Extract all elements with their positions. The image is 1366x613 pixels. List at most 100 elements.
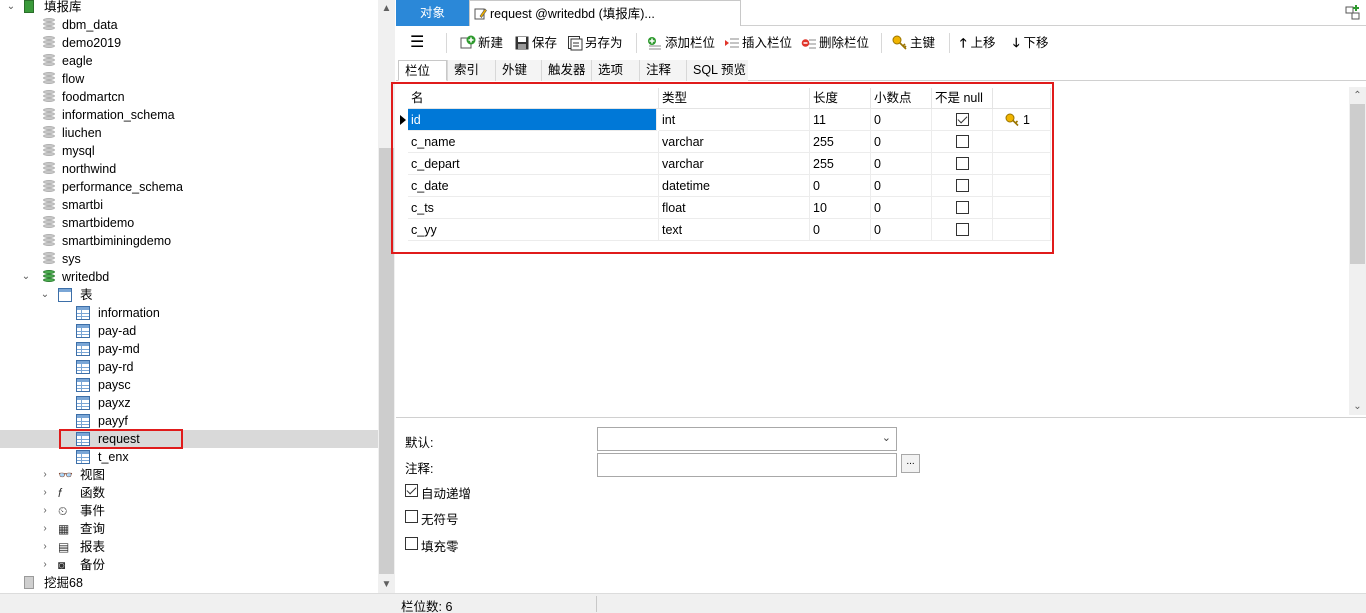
chevron-down-icon[interactable]: ⌄: [40, 286, 50, 304]
subtab-comments[interactable]: 注释: [639, 60, 686, 81]
not-null-checkbox[interactable]: [956, 113, 969, 126]
column-header-length[interactable]: 长度: [810, 88, 871, 109]
cell-name[interactable]: c_yy: [408, 219, 659, 241]
subtab-foreign-keys[interactable]: 外键: [495, 60, 541, 81]
tree-item-table[interactable]: pay-md: [0, 340, 378, 358]
move-down-button[interactable]: 🡓 下移: [1013, 33, 1049, 53]
tree-item-table[interactable]: pay-ad: [0, 322, 378, 340]
scroll-up-icon[interactable]: ⌃: [1349, 87, 1366, 104]
subtab-indexes[interactable]: 索引: [447, 60, 495, 81]
insert-field-button[interactable]: 插入栏位: [724, 33, 792, 53]
tree-item-group[interactable]: › 𝑓 函数: [0, 484, 378, 502]
not-null-checkbox[interactable]: [956, 135, 969, 148]
column-header-type[interactable]: 类型: [659, 88, 810, 109]
column-header-name[interactable]: 名: [408, 88, 659, 109]
cell-name[interactable]: c_name: [408, 131, 659, 153]
tree-item-tables-group[interactable]: ⌄ 表: [0, 286, 378, 304]
cell-length[interactable]: 0: [810, 219, 871, 241]
new-button[interactable]: 新建: [460, 33, 503, 53]
cell-length[interactable]: 0: [810, 175, 871, 197]
menu-icon[interactable]: ☰: [410, 33, 424, 53]
subtab-options[interactable]: 选项: [591, 60, 639, 81]
cell-decimals[interactable]: 0: [871, 109, 932, 131]
column-header-key[interactable]: [993, 88, 1051, 109]
cell-decimals[interactable]: 0: [871, 197, 932, 219]
tree-item-table[interactable]: information: [0, 304, 378, 322]
chevron-right-icon[interactable]: ›: [40, 556, 50, 574]
tab-table-design[interactable]: request @writedbd (填报库)...: [469, 0, 741, 26]
cell-decimals[interactable]: 0: [871, 153, 932, 175]
chevron-right-icon[interactable]: ›: [40, 520, 50, 538]
cell-key[interactable]: [993, 131, 1051, 153]
chevron-down-icon[interactable]: ⌄: [21, 268, 31, 286]
cell-length[interactable]: 255: [810, 131, 871, 153]
tree-item-database[interactable]: demo2019: [0, 34, 378, 52]
save-button[interactable]: 保存: [514, 33, 557, 53]
tree-item-connection[interactable]: ⌄ 填报库: [0, 0, 378, 16]
auto-increment-checkbox[interactable]: [405, 484, 418, 497]
tree-item-database[interactable]: smartbi: [0, 196, 378, 214]
tree-item-table[interactable]: paysc: [0, 376, 378, 394]
cell-type[interactable]: datetime: [659, 175, 810, 197]
cell-key[interactable]: 1: [993, 109, 1051, 131]
chevron-right-icon[interactable]: ›: [40, 502, 50, 520]
tree-item-table[interactable]: request: [0, 430, 378, 448]
unsigned-checkbox[interactable]: [405, 510, 418, 523]
not-null-checkbox[interactable]: [956, 223, 969, 236]
cell-key[interactable]: [993, 197, 1051, 219]
tree-item-group[interactable]: › 👓 视图: [0, 466, 378, 484]
chevron-down-icon[interactable]: ⌄: [6, 0, 16, 16]
cell-decimals[interactable]: 0: [871, 175, 932, 197]
cell-name[interactable]: c_depart: [408, 153, 659, 175]
cell-key[interactable]: [993, 219, 1051, 241]
cell-type[interactable]: float: [659, 197, 810, 219]
cell-length[interactable]: 10: [810, 197, 871, 219]
delete-field-button[interactable]: 删除栏位: [801, 33, 869, 53]
column-header-not-null[interactable]: 不是 null: [932, 88, 993, 109]
subtab-sql-preview[interactable]: SQL 预览: [686, 60, 748, 81]
cell-type[interactable]: int: [659, 109, 810, 131]
move-up-button[interactable]: 🡑 上移: [960, 33, 996, 53]
tree-item-database[interactable]: mysql: [0, 142, 378, 160]
tree-item-group[interactable]: › ⏲ 事件: [0, 502, 378, 520]
add-field-button[interactable]: 添加栏位: [647, 33, 715, 53]
not-null-checkbox[interactable]: [956, 157, 969, 170]
tree-item-writedbd[interactable]: ⌄ writedbd: [0, 268, 378, 286]
cell-key[interactable]: [993, 175, 1051, 197]
tree-item-group[interactable]: › ◙ 备份: [0, 556, 378, 574]
scroll-down-icon[interactable]: ▼: [378, 576, 395, 593]
cell-length[interactable]: 255: [810, 153, 871, 175]
tree-item-database[interactable]: northwind: [0, 160, 378, 178]
cell-key[interactable]: [993, 153, 1051, 175]
tree-item-group[interactable]: › ▤ 报表: [0, 538, 378, 556]
cell-name[interactable]: c_ts: [408, 197, 659, 219]
zerofill-checkbox[interactable]: [405, 537, 418, 550]
tree-item-database[interactable]: information_schema: [0, 106, 378, 124]
chevron-right-icon[interactable]: ›: [40, 538, 50, 556]
tree-item-table[interactable]: pay-rd: [0, 358, 378, 376]
cell-decimals[interactable]: 0: [871, 219, 932, 241]
tree-item-database[interactable]: sys: [0, 250, 378, 268]
cell-type[interactable]: varchar: [659, 131, 810, 153]
tree-item-table[interactable]: payxz: [0, 394, 378, 412]
tree-item-table[interactable]: t_enx: [0, 448, 378, 466]
tab-objects[interactable]: 对象: [396, 0, 469, 26]
cell-name[interactable]: c_date: [408, 175, 659, 197]
scroll-down-icon[interactable]: ⌄: [1349, 398, 1366, 415]
add-tab-icon[interactable]: [1344, 4, 1362, 22]
tree-item-database[interactable]: smartbiminingdemo: [0, 232, 378, 250]
grid-scrollbar[interactable]: ⌃ ⌄: [1349, 87, 1366, 415]
cell-length[interactable]: 11: [810, 109, 871, 131]
tree-item-group[interactable]: › ▦ 查询: [0, 520, 378, 538]
scroll-up-icon[interactable]: ▲: [378, 0, 395, 17]
scroll-thumb[interactable]: [1350, 104, 1365, 264]
tree-item-database[interactable]: performance_schema: [0, 178, 378, 196]
comment-expand-button[interactable]: ...: [901, 454, 920, 473]
tree-item-database[interactable]: foodmartcn: [0, 88, 378, 106]
not-null-checkbox[interactable]: [956, 179, 969, 192]
tree-scrollbar[interactable]: ▲ ▼: [378, 0, 395, 593]
subtab-fields[interactable]: 栏位: [398, 60, 447, 81]
chevron-right-icon[interactable]: ›: [40, 484, 50, 502]
cell-decimals[interactable]: 0: [871, 131, 932, 153]
tree-item-database[interactable]: eagle: [0, 52, 378, 70]
